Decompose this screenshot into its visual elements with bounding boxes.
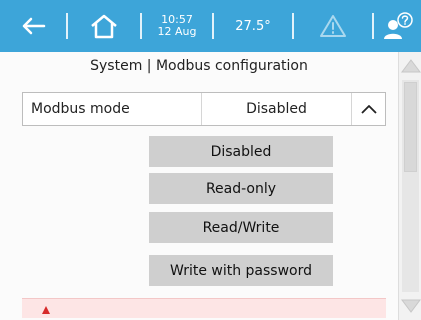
alert-marker-icon [42,306,50,314]
option-read-write[interactable]: Read/Write [149,212,333,243]
home-icon [91,14,117,39]
modbus-mode-toggle[interactable] [351,93,385,125]
header-bar: 10:57 12 Aug 27.5° [0,0,421,52]
scroll-down-button[interactable] [399,292,421,320]
warning-button[interactable] [294,0,372,52]
clock-display: 10:57 12 Aug [142,0,212,52]
option-disabled[interactable]: Disabled [149,136,333,167]
page-title: System | Modbus configuration [90,58,308,74]
back-arrow-icon [22,17,46,35]
temperature-text: 27.5° [235,18,271,34]
home-button[interactable] [68,0,140,52]
modbus-mode-label: Modbus mode [31,101,130,117]
vertical-scrollbar[interactable] [398,52,421,320]
main-content: System | Modbus configuration Modbus mod… [0,52,398,320]
scroll-up-button[interactable] [399,52,421,80]
chevron-up-icon [360,105,377,114]
alert-strip[interactable] [22,298,386,318]
scroll-thumb[interactable] [404,82,417,172]
warning-icon [320,15,346,37]
scroll-down-icon [400,299,421,313]
user-help-button[interactable] [374,0,421,52]
modbus-mode-value[interactable]: Disabled [201,93,351,125]
scroll-up-icon [400,59,421,73]
user-help-icon [383,12,413,39]
date-text: 12 Aug [157,25,197,38]
back-button[interactable] [0,0,66,52]
option-read-only[interactable]: Read-only [149,173,333,204]
scroll-track[interactable] [402,80,419,292]
temperature-display: 27.5° [214,0,292,52]
modbus-mode-row: Modbus mode Disabled [22,92,386,126]
option-write-with-password[interactable]: Write with password [149,255,333,286]
